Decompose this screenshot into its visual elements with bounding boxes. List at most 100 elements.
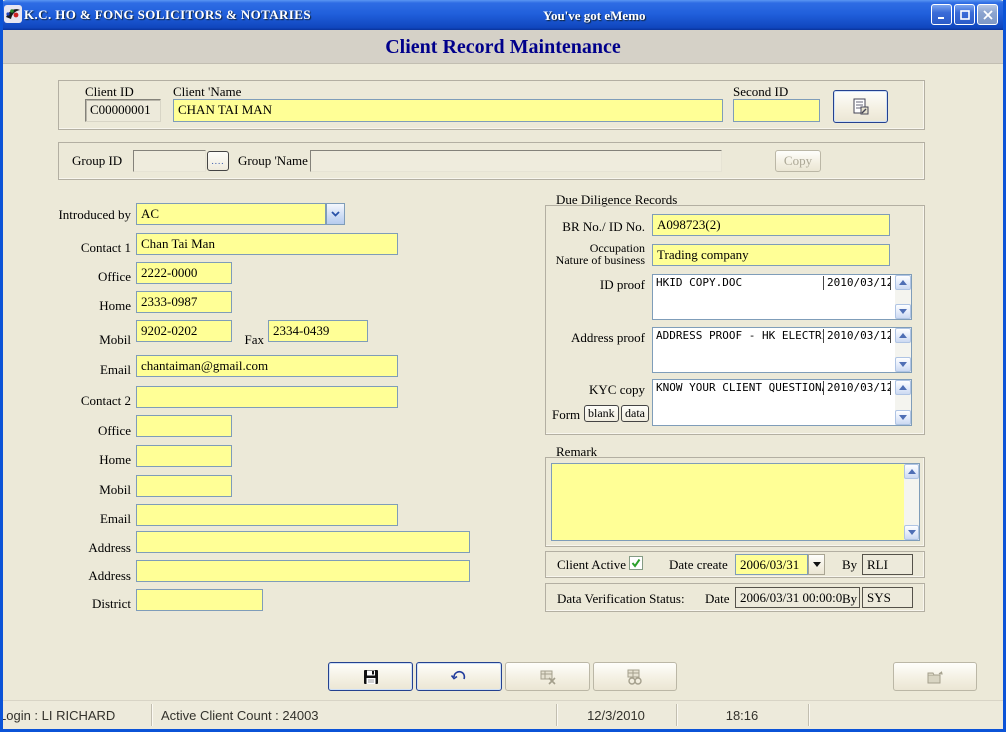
arrow-up-icon[interactable]	[895, 275, 911, 290]
contact2-label: Contact 2	[40, 393, 131, 409]
column-divider	[890, 276, 891, 290]
id-proof-date: 2010/03/12	[824, 275, 890, 291]
statusbar-active-count: Active Client Count : 24003	[161, 708, 319, 723]
exit-button[interactable]	[893, 662, 977, 691]
id-proof-list[interactable]: HKID COPY.DOC 2010/03/12	[652, 274, 912, 320]
introduced-by-combobox[interactable]: AC	[136, 203, 326, 225]
occupation-field[interactable]: Trading company	[652, 244, 890, 266]
dropdown-arrow-icon	[813, 562, 821, 567]
home1-field[interactable]: 2333-0987	[136, 291, 232, 313]
save-button[interactable]	[328, 662, 413, 691]
form-blank-button[interactable]: blank	[584, 405, 619, 422]
occupation-label: Occupation Nature of business	[520, 242, 645, 266]
date-create-dropdown-button[interactable]	[808, 554, 825, 575]
arrow-up-icon[interactable]	[904, 464, 919, 479]
mobil1-field[interactable]: 9202-0202	[136, 320, 232, 342]
chevron-down-icon	[331, 211, 340, 217]
statusbar-divider	[808, 704, 809, 726]
client-document-button[interactable]	[833, 90, 888, 123]
group-id-label: Group ID	[72, 153, 122, 169]
br-no-field[interactable]: A098723(2)	[652, 214, 890, 236]
group-name-field[interactable]	[310, 150, 722, 172]
close-icon[interactable]	[977, 4, 998, 25]
introduced-by-dropdown-button[interactable]	[326, 203, 345, 225]
window-title: K.C. HO & FONG SOLICITORS & NOTARIES	[24, 7, 311, 23]
address1-field[interactable]	[136, 531, 470, 553]
find-record-icon	[625, 668, 645, 686]
address-proof-list[interactable]: ADDRESS PROOF - HK ELECTRIC 2010/03/12	[652, 327, 912, 373]
arrow-down-icon[interactable]	[895, 357, 911, 372]
mobil2-label: Mobil	[40, 482, 131, 498]
verification-date-label: Date	[705, 591, 730, 607]
address-proof-scrollbar[interactable]	[895, 328, 911, 372]
contact2-field[interactable]	[136, 386, 398, 408]
undo-arrow-icon	[449, 669, 469, 685]
second-id-label: Second ID	[733, 84, 788, 100]
undo-button[interactable]	[416, 662, 502, 691]
minimize-icon[interactable]	[931, 4, 952, 25]
copy-button[interactable]: Copy	[775, 150, 821, 172]
office2-field[interactable]	[136, 415, 232, 437]
office1-field[interactable]: 2222-0000	[136, 262, 232, 284]
address2-field[interactable]	[136, 560, 470, 582]
district-field[interactable]	[136, 589, 263, 611]
form-data-button[interactable]: data	[621, 405, 649, 422]
group-id-field[interactable]	[133, 150, 206, 172]
br-no-label: BR No./ ID No.	[520, 219, 645, 235]
copy-button-label: Copy	[784, 153, 812, 169]
kyc-copy-scrollbar[interactable]	[895, 380, 911, 425]
kyc-copy-row[interactable]: KNOW YOUR CLIENT QUESTIONA 2010/03/12	[653, 380, 911, 396]
office1-label: Office	[40, 269, 131, 285]
header-band: Client Record Maintenance	[3, 30, 1003, 64]
column-divider	[890, 381, 891, 395]
date-create-label: Date create	[669, 557, 728, 573]
statusbar-time: 18:16	[676, 708, 808, 723]
arrow-up-icon[interactable]	[895, 380, 911, 395]
client-id-field[interactable]: C00000001	[85, 99, 161, 122]
maximize-icon[interactable]	[954, 4, 975, 25]
home2-label: Home	[40, 452, 131, 468]
group-browse-button[interactable]: ....	[207, 151, 229, 171]
address-proof-label: Address proof	[520, 330, 645, 346]
contact1-field[interactable]: Chan Tai Man	[136, 233, 398, 255]
date-create-combobox[interactable]: 2006/03/31	[735, 554, 808, 575]
arrow-up-icon[interactable]	[895, 328, 911, 343]
client-active-checkbox[interactable]	[629, 556, 643, 570]
find-record-button[interactable]	[593, 662, 677, 691]
app-logo-icon	[4, 5, 22, 23]
form-label: Form	[552, 407, 580, 423]
introduced-by-label: Introduced by	[40, 207, 131, 223]
remark-scrollbar[interactable]	[904, 463, 920, 541]
delete-record-button[interactable]	[505, 662, 590, 691]
kyc-copy-list[interactable]: KNOW YOUR CLIENT QUESTIONA 2010/03/12	[652, 379, 912, 426]
client-name-field[interactable]: CHAN TAI MAN	[173, 99, 723, 122]
email1-field[interactable]: chantaiman@gmail.com	[136, 355, 398, 377]
second-id-field[interactable]	[733, 99, 820, 122]
address1-label: Address	[40, 540, 131, 556]
created-by-field[interactable]: RLI	[862, 554, 913, 575]
application-window: K.C. HO & FONG SOLICITORS & NOTARIES You…	[0, 0, 1006, 732]
arrow-down-icon[interactable]	[895, 410, 911, 425]
occupation-label-line2: Nature of business	[556, 253, 645, 267]
status-bar: Login : LI RICHARD Active Client Count :…	[3, 700, 1003, 729]
title-bar: K.C. HO & FONG SOLICITORS & NOTARIES You…	[0, 0, 1006, 30]
arrow-down-icon[interactable]	[895, 304, 911, 319]
home2-field[interactable]	[136, 445, 232, 467]
mobil1-label: Mobil	[40, 332, 131, 348]
id-proof-row[interactable]: HKID COPY.DOC 2010/03/12	[653, 275, 911, 291]
statusbar-login: Login : LI RICHARD	[0, 708, 147, 723]
fax-label: Fax	[228, 332, 264, 348]
address-proof-row[interactable]: ADDRESS PROOF - HK ELECTRIC 2010/03/12	[653, 328, 911, 344]
client-active-label: Client Active	[557, 557, 626, 573]
email1-label: Email	[40, 362, 131, 378]
email2-field[interactable]	[136, 504, 398, 526]
id-proof-scrollbar[interactable]	[895, 275, 911, 319]
office2-label: Office	[40, 423, 131, 439]
page-title: Client Record Maintenance	[3, 36, 1003, 59]
arrow-down-icon[interactable]	[904, 525, 919, 540]
fax-field[interactable]: 2334-0439	[268, 320, 368, 342]
form-data-label: data	[625, 406, 645, 421]
verified-by-field[interactable]: SYS	[862, 587, 913, 608]
remark-textarea[interactable]	[551, 463, 905, 541]
mobil2-field[interactable]	[136, 475, 232, 497]
